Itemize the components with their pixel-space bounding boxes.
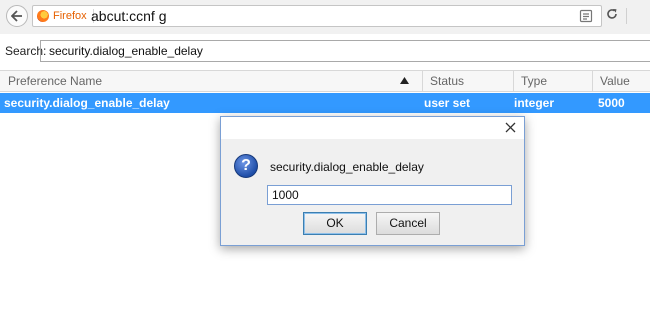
type-cell: integer [514,96,555,110]
cancel-button[interactable]: Cancel [376,212,440,235]
table-row[interactable]: security.dialog_enable_delay user set in… [0,93,650,113]
url-text[interactable]: abcut:ccnf g [91,8,167,24]
reload-icon[interactable] [605,7,619,21]
value-cell: 5000 [598,96,625,110]
question-icon: ? [234,154,258,178]
column-header-type[interactable]: Type [513,71,547,91]
preference-name-cell: security.dialog_enable_delay [4,96,170,110]
url-bar[interactable]: Firefox abcut:ccnf g [32,5,602,27]
enter-integer-dialog: ? security.dialog_enable_delay 1000 OK C… [220,116,525,246]
firefox-icon [37,10,49,22]
identity-label: Firefox [53,10,87,22]
column-header-status[interactable]: Status [422,71,464,91]
reader-view-icon[interactable] [579,9,593,23]
search-row: Search: security.dialog_enable_delay [0,34,650,68]
back-button[interactable] [6,5,28,27]
table-header: Preference Name Status Type Value [0,70,650,92]
dialog-message: security.dialog_enable_delay [270,160,424,174]
back-arrow-icon [11,10,22,22]
close-icon[interactable] [505,122,516,133]
sort-ascending-icon [400,77,409,84]
column-header-value[interactable]: Value [592,71,630,91]
dialog-titlebar [221,117,524,139]
search-input[interactable]: security.dialog_enable_delay [40,40,650,62]
value-input[interactable]: 1000 [267,185,512,205]
toolbar-separator [626,8,627,24]
navigation-toolbar: Firefox abcut:ccnf g [0,0,650,35]
ok-button[interactable]: OK [303,212,367,235]
column-header-preference-name[interactable]: Preference Name [8,71,102,91]
status-cell: user set [424,96,471,110]
identity-box[interactable]: Firefox [37,9,94,23]
